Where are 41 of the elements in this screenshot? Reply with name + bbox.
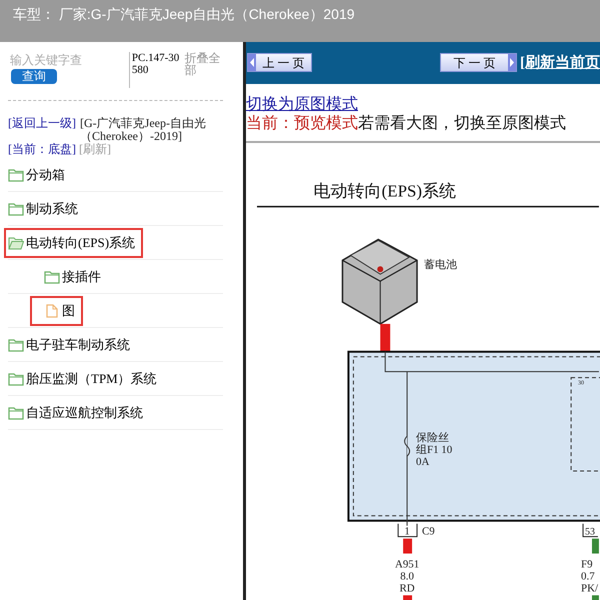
search-field[interactable]: 输入关键字查: [8, 52, 128, 68]
folder-icon: [8, 202, 24, 216]
vehicle-title: 车型： 厂家:G-广汽菲克Jeep自由光（Cherokee）2019: [13, 5, 355, 24]
wire-label: F9 0.7 PK/: [581, 558, 598, 594]
tree-item[interactable]: 胎压监测（TPM）系统: [4, 364, 165, 394]
back-link[interactable]: [返回上一级]: [8, 117, 76, 130]
folder-icon: [8, 338, 24, 352]
folder-icon: [8, 168, 24, 182]
tree-item[interactable]: 接插件: [30, 262, 109, 292]
folder-icon: [44, 270, 60, 284]
part-code: PC.147-30580: [132, 52, 180, 76]
prev-page-button[interactable]: 上 一 页: [247, 53, 312, 72]
wire-label: A951 8.0 RD: [394, 558, 420, 594]
document-icon: [44, 304, 60, 318]
refresh-page-link[interactable]: [刷新当前页: [520, 52, 600, 74]
open-folder-icon: [8, 236, 24, 250]
search-button[interactable]: 查询: [11, 69, 57, 84]
tree-item[interactable]: 分动箱: [4, 160, 73, 190]
wire: [403, 538, 412, 554]
wire: [592, 538, 599, 554]
tree-item[interactable]: 电子驻车制动系统: [4, 330, 138, 360]
wire: [403, 595, 412, 600]
connector-pin: 1: [398, 522, 418, 538]
folder-icon: [8, 406, 24, 420]
diagram-title: 电动转向(EPS)系统: [314, 181, 456, 200]
mode-status-text: 当前：预览模式若需看大图，切换至原图模式: [246, 114, 567, 133]
original-mode-link[interactable]: 切换为原图模式: [246, 96, 358, 113]
tree-item[interactable]: 图: [30, 296, 83, 326]
tree-item[interactable]: 自适应巡航控制系统: [4, 398, 151, 428]
fuse-label: 保险丝 组F1 10 0A: [416, 432, 452, 468]
folder-icon: [8, 372, 24, 386]
wire: [380, 324, 390, 352]
model-path: [G-广汽菲克Jeep-自由光（Cherokee）-2019]: [80, 117, 207, 143]
tree-item[interactable]: 电动转向(EPS)系统: [4, 228, 144, 258]
current-category: [当前：底盘]: [8, 142, 76, 156]
next-page-button[interactable]: 下 一 页: [440, 53, 517, 72]
wire: [592, 595, 599, 600]
battery-label: 蓄电池: [424, 259, 457, 271]
tree-item[interactable]: 制动系统: [4, 194, 86, 224]
connector-pin: 53: [582, 522, 598, 538]
connector-id: C9: [422, 525, 435, 538]
